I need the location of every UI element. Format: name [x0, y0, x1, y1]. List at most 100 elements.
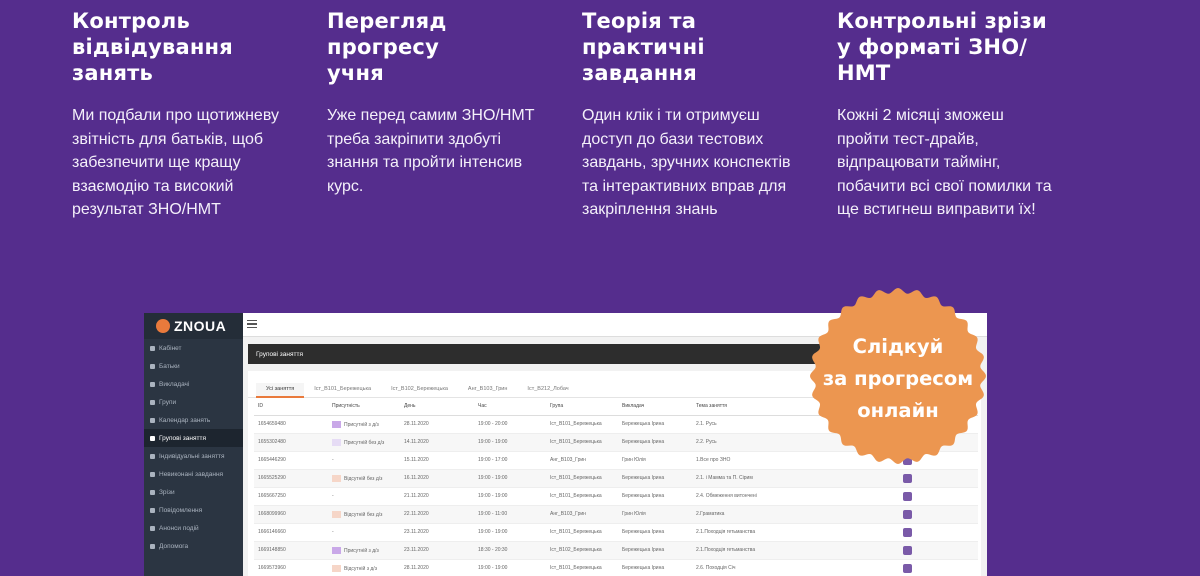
- table-cell: 1665525290: [254, 469, 328, 488]
- sidebar-item[interactable]: Невиконані завдання: [144, 465, 243, 483]
- sidebar-item-label: Батьки: [159, 362, 180, 370]
- lessons-tab[interactable]: Іст_В101_Бережецька: [304, 383, 381, 398]
- lessons-tab[interactable]: Анг_В103_Грин: [458, 383, 518, 398]
- feature-text: Ми подбали про щотижневу звітність для б…: [72, 107, 279, 218]
- app-logo[interactable]: ZNOUA: [144, 313, 243, 339]
- menu-icon[interactable]: [247, 320, 257, 328]
- feature-attendance: Контроль відвідування занять Ми подбали …: [72, 8, 327, 222]
- attendance-swatch: [332, 510, 341, 518]
- sidebar-item[interactable]: Зрізи: [144, 483, 243, 501]
- table-cell: Бережецька Ірина: [618, 469, 692, 488]
- table-cell: 2.Граматика: [692, 505, 978, 524]
- table-cell: 19:00 - 19:00: [474, 433, 546, 452]
- table-cell: Бережецька Ірина: [618, 433, 692, 452]
- table-cell: 1665667250: [254, 487, 328, 506]
- lessons-tab[interactable]: Іст_В102_Бережецька: [381, 383, 458, 398]
- table-cell: -: [328, 523, 400, 542]
- table-cell: 19:00 - 11:00: [474, 505, 546, 524]
- document-icon[interactable]: [903, 545, 912, 555]
- lessons-tab[interactable]: Усі заняття: [256, 383, 305, 398]
- sidebar-item-label: Викладачі: [159, 380, 190, 388]
- column-header[interactable]: День: [400, 398, 474, 416]
- sidebar-item[interactable]: Викладачі: [144, 375, 243, 393]
- feature-text: Один клік і ти отримуєш доступ до бази т…: [582, 107, 791, 218]
- column-header[interactable]: Група: [546, 398, 618, 416]
- column-header[interactable]: Час: [474, 398, 546, 416]
- table-cell: Грин Юлія: [618, 451, 692, 470]
- table-cell: Іст_В102_Бережецька: [546, 541, 618, 560]
- sidebar-item[interactable]: Групові заняття: [144, 429, 243, 447]
- table-row[interactable]: 1669148850 Присутній з д/з 23.11.2020 18:30…: [254, 541, 978, 560]
- table-row[interactable]: 1669573960 Відсутній з д/з 28.11.2020 19:00…: [254, 559, 978, 576]
- table-row[interactable]: 1668099960 Відсутній без д/з 22.11.2020 19:…: [254, 505, 978, 524]
- sidebar-item[interactable]: Індивідуальні заняття: [144, 447, 243, 465]
- document-icon[interactable]: [903, 491, 912, 501]
- panel-title-text: Групові заняття: [256, 350, 303, 358]
- nav-item-icon: [150, 417, 155, 423]
- nav-item-icon: [150, 363, 155, 369]
- sidebar-item[interactable]: Допомога: [144, 537, 243, 555]
- table-cell: Бережецька Ірина: [618, 559, 692, 576]
- column-header[interactable]: Присутність: [328, 398, 400, 416]
- sidebar-item-label: Зрізи: [159, 488, 175, 496]
- table-row[interactable]: 1666146660-23.11.2020 19:00 - 19:00 Іст_В1…: [254, 523, 978, 542]
- table-row[interactable]: 1665667250-21.11.2020 19:00 - 19:00 Іст_В1…: [254, 487, 978, 506]
- feature-title: Теорія та практичні завдання: [582, 9, 705, 85]
- document-icon[interactable]: [903, 509, 912, 519]
- sidebar-item[interactable]: Анонси подій: [144, 519, 243, 537]
- table-cell: Бережецька Ірина: [618, 487, 692, 506]
- table-cell: 1655302480: [254, 433, 328, 452]
- table-row[interactable]: 1665525290 Відсутній без д/з 16.11.2020 19:…: [254, 469, 978, 488]
- table-cell: Бережецька Ірина: [618, 415, 692, 434]
- table-cell: 18:30 - 20:30: [474, 541, 546, 560]
- table-cell: 16.11.2020: [400, 469, 474, 488]
- table-cell: 14.11.2020: [400, 433, 474, 452]
- features-row: Контроль відвідування занять Ми подбали …: [72, 8, 1132, 222]
- document-icon[interactable]: [903, 527, 912, 537]
- table-cell: -: [328, 451, 400, 470]
- table-cell: Іст_В101_Бережецька: [546, 523, 618, 542]
- table-cell: 19:00 - 20:00: [474, 415, 546, 434]
- sidebar-item-label: Кабінет: [159, 344, 182, 352]
- nav-item-icon: [150, 525, 155, 531]
- document-icon[interactable]: [903, 563, 912, 573]
- table-cell: 1665446290: [254, 451, 328, 470]
- sidebar-item-label: Календар занять: [159, 416, 211, 424]
- table-cell: 1669573960: [254, 559, 328, 576]
- column-header[interactable]: Викладач: [618, 398, 692, 416]
- table-cell: Присутній з д/з: [328, 541, 400, 560]
- sidebar-item-label: Повідомлення: [159, 506, 203, 514]
- table-cell: 2.1.Походція гетьманства: [692, 541, 978, 560]
- sidebar-item-label: Групи: [159, 398, 177, 406]
- nav-item-icon: [150, 435, 155, 441]
- table-cell: Іст_В101_Бережецька: [546, 559, 618, 576]
- sidebar-item[interactable]: Календар занять: [144, 411, 243, 429]
- attendance-swatch: [332, 546, 341, 554]
- table-cell: 23.11.2020: [400, 541, 474, 560]
- document-icon[interactable]: [903, 473, 912, 483]
- table-cell: 28.11.2020: [400, 559, 474, 576]
- table-cell: 23.11.2020: [400, 523, 474, 542]
- sidebar-item[interactable]: Батьки: [144, 357, 243, 375]
- table-cell: Анг_В103_Грин: [546, 451, 618, 470]
- table-cell: Відсутній з д/з: [328, 559, 400, 576]
- nav-item-icon: [150, 453, 155, 459]
- nav-item-icon: [150, 543, 155, 549]
- feature-theory: Теорія та практичні завдання Один клік і…: [582, 8, 837, 222]
- feature-progress: Перегляд прогресу учня Уже перед самим З…: [327, 8, 582, 222]
- table-cell: 22.11.2020: [400, 505, 474, 524]
- sidebar-item[interactable]: Групи: [144, 393, 243, 411]
- badge-text: Слідкуй за прогресом онлайн: [822, 335, 974, 422]
- nav-item-icon: [150, 345, 155, 351]
- table-cell: Іст_В101_Бережецька: [546, 433, 618, 452]
- sidebar-item-label: Індивідуальні заняття: [159, 452, 225, 460]
- column-header[interactable]: ID: [254, 398, 328, 416]
- table-cell: Іст_В101_Бережецька: [546, 415, 618, 434]
- table-cell: 21.11.2020: [400, 487, 474, 506]
- sidebar-item-label: Групові заняття: [159, 434, 206, 442]
- sidebar-item[interactable]: Кабінет: [144, 339, 243, 357]
- lessons-tab[interactable]: Іст_В212_Лобач: [517, 383, 578, 398]
- sidebar-item[interactable]: Повідомлення: [144, 501, 243, 519]
- table-cell: Іст_В101_Бережецька: [546, 469, 618, 488]
- nav-item-icon: [150, 507, 155, 513]
